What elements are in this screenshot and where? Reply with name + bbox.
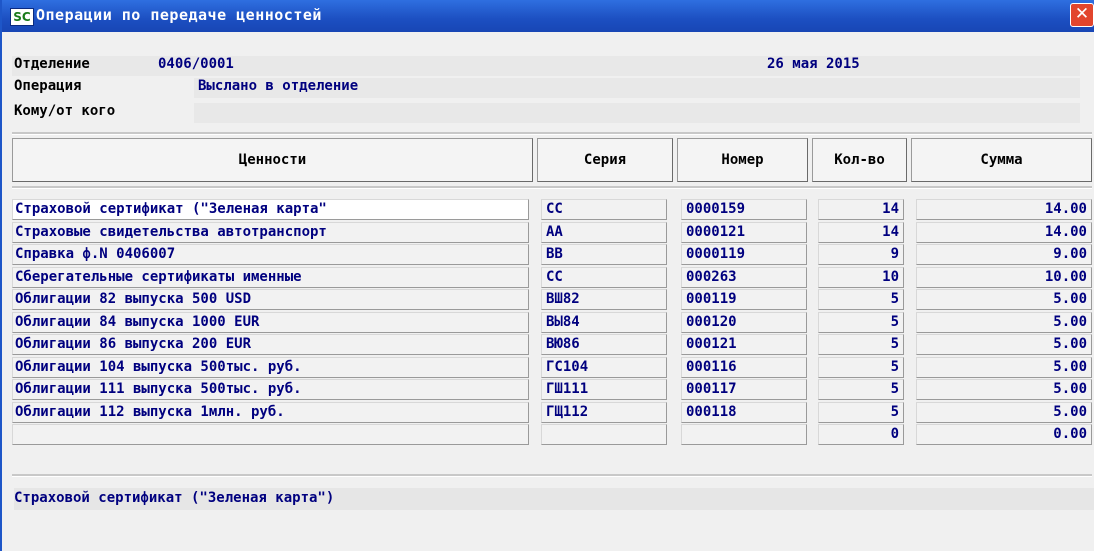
branch-field[interactable]: 0406/0001 [158,56,234,72]
cell-number[interactable]: 000121 [681,334,807,355]
cell-sum[interactable]: 10.00 [916,267,1092,288]
cell-sum[interactable]: 5.00 [916,402,1092,423]
cell-number[interactable] [681,424,807,445]
cell-number[interactable]: 000116 [681,357,807,378]
status-separator [12,474,1092,477]
main-window: SC Операции по передаче ценностей ✕ Отде… [0,0,1094,551]
cell-sum[interactable]: 5.00 [916,312,1092,333]
status-text: Страховой сертификат ("Зеленая карта") [14,490,335,506]
cell-name[interactable]: Облигации 84 выпуска 1000 EUR [12,312,529,333]
operation-field[interactable]: Выслано в отделение [198,78,358,94]
column-header-quantity[interactable]: Кол-во [812,138,907,182]
status-bar: Страховой сертификат ("Зеленая карта") [14,488,1094,510]
cell-number[interactable]: 000120 [681,312,807,333]
cell-series[interactable]: ГС104 [541,357,667,378]
cell-name[interactable]: Страховой сертификат ("Зеленая карта" [12,199,529,220]
cell-series[interactable]: ВШ82 [541,289,667,310]
close-button[interactable]: ✕ [1070,3,1094,27]
cell-sum[interactable]: 5.00 [916,379,1092,400]
column-header-values[interactable]: Ценности [12,138,533,182]
cell-quantity[interactable]: 5 [818,334,904,355]
column-header-sum[interactable]: Сумма [911,138,1092,182]
cell-sum[interactable]: 9.00 [916,244,1092,265]
cell-series[interactable]: ГЩ112 [541,402,667,423]
cell-quantity[interactable]: 10 [818,267,904,288]
cell-number[interactable]: 000118 [681,402,807,423]
cell-number[interactable]: 000117 [681,379,807,400]
cell-sum[interactable]: 14.00 [916,199,1092,220]
cell-number[interactable]: 0000119 [681,244,807,265]
cell-quantity[interactable]: 9 [818,244,904,265]
cell-quantity[interactable]: 14 [818,222,904,243]
cell-series[interactable]: CC [541,267,667,288]
cell-number[interactable]: 000119 [681,289,807,310]
title-bar[interactable]: SC Операции по передаче ценностей ✕ [2,0,1094,32]
counterparty-label: Кому/от кого [14,103,116,119]
branch-label: Отделение [14,56,90,72]
cell-quantity[interactable]: 5 [818,289,904,310]
cell-number[interactable]: 0000159 [681,199,807,220]
cell-sum[interactable]: 0.00 [916,424,1092,445]
cell-name[interactable]: Облигации 111 выпуска 500тыс. руб. [12,379,529,400]
cell-name[interactable]: Облигации 104 выпуска 500тыс. руб. [12,357,529,378]
cell-quantity[interactable]: 5 [818,312,904,333]
column-header-number[interactable]: Номер [677,138,808,182]
cell-name[interactable]: Сберегательные сертификаты именные [12,267,529,288]
app-icon: SC [10,8,34,26]
cell-quantity[interactable]: 0 [818,424,904,445]
cell-sum[interactable]: 5.00 [916,289,1092,310]
table-header-separator [12,186,1092,189]
cell-number[interactable]: 0000121 [681,222,807,243]
date-field[interactable]: 26 мая 2015 [767,56,860,72]
cell-name[interactable] [12,424,529,445]
cell-series[interactable]: ВЫ84 [541,312,667,333]
cell-sum[interactable]: 5.00 [916,334,1092,355]
cell-name[interactable]: Облигации 86 выпуска 200 EUR [12,334,529,355]
cell-series[interactable]: ВЮ86 [541,334,667,355]
cell-series[interactable] [541,424,667,445]
cell-name[interactable]: Справка ф.N 0406007 [12,244,529,265]
cell-name[interactable]: Страховые свидетельства автотранспорт [12,222,529,243]
counterparty-field-bg [194,103,1080,123]
window-title: Операции по передаче ценностей [36,6,322,24]
column-header-series[interactable]: Серия [537,138,673,182]
cell-quantity[interactable]: 5 [818,357,904,378]
cell-series[interactable]: ГШ111 [541,379,667,400]
cell-series[interactable]: BB [541,244,667,265]
operation-label: Операция [14,78,82,94]
header-separator [12,132,1092,135]
cell-number[interactable]: 000263 [681,267,807,288]
cell-sum[interactable]: 14.00 [916,222,1092,243]
cell-quantity[interactable]: 14 [818,199,904,220]
cell-name[interactable]: Облигации 82 выпуска 500 USD [12,289,529,310]
cell-quantity[interactable]: 5 [818,379,904,400]
cell-sum[interactable]: 5.00 [916,357,1092,378]
cell-quantity[interactable]: 5 [818,402,904,423]
cell-series[interactable]: AA [541,222,667,243]
cell-series[interactable]: CC [541,199,667,220]
cell-name[interactable]: Облигации 112 выпуска 1млн. руб. [12,402,529,423]
